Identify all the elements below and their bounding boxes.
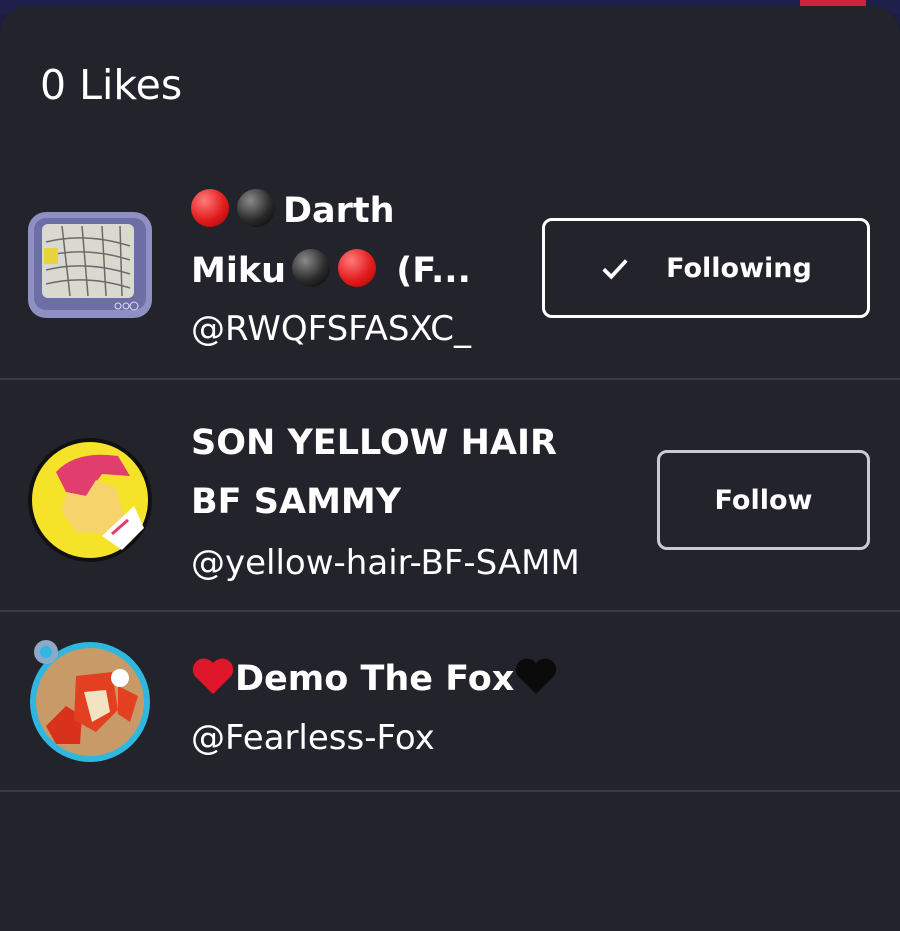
row-divider [0, 790, 900, 792]
user-handle[interactable]: @yellow-hair-BF-SAMM [191, 543, 615, 583]
red-circle-emoji [191, 189, 229, 227]
user-name[interactable]: Darth [191, 182, 491, 240]
user-name-line2[interactable]: BF SAMMY [191, 473, 401, 531]
red-circle-emoji [338, 249, 377, 287]
red-heart-emoji [192, 658, 234, 695]
user-name-line2[interactable]: Miku (F... [191, 242, 491, 300]
following-button[interactable]: Following [542, 218, 870, 318]
user-handle[interactable]: @Fearless-Fox [191, 718, 435, 758]
fade-overlay [585, 543, 615, 583]
avatar[interactable] [26, 202, 154, 330]
checkmark-icon [602, 259, 628, 280]
likes-title: 0 Likes [40, 61, 183, 109]
user-name[interactable]: Demo The Fox [191, 650, 558, 708]
black-circle-emoji [292, 249, 331, 287]
avatar[interactable] [26, 636, 154, 764]
row-divider [0, 610, 900, 612]
black-heart-emoji [516, 658, 557, 695]
user-handle[interactable]: @RWQFSFASXC_ [191, 309, 503, 349]
likes-sheet: 0 Likes Darth Miku (F... @RWQFSFASXC_ Fo… [0, 6, 900, 931]
fade-overlay [473, 309, 503, 349]
row-divider [0, 378, 900, 380]
follow-button[interactable]: Follow [657, 450, 870, 550]
avatar[interactable] [26, 436, 154, 564]
black-circle-emoji [237, 189, 275, 227]
user-name[interactable]: SON YELLOW HAIR [191, 414, 557, 472]
